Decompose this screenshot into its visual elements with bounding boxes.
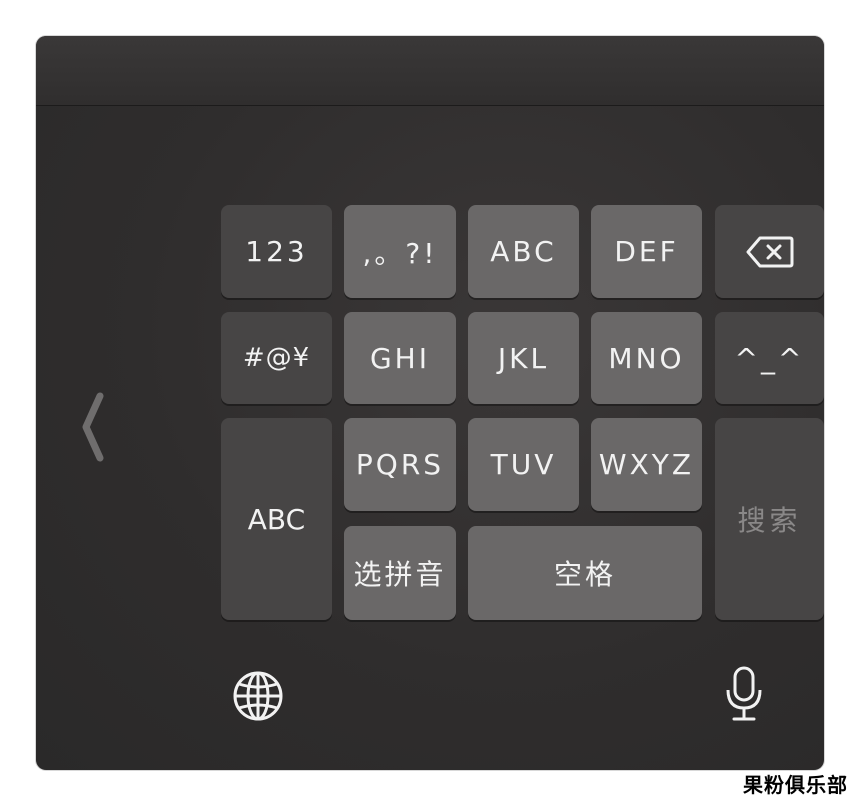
abc-switch-key[interactable]: ABC — [221, 418, 332, 620]
key-def[interactable]: DEF — [591, 205, 702, 298]
key-pqrs[interactable]: PQRS — [344, 418, 456, 511]
key-jkl[interactable]: JKL — [468, 312, 579, 404]
key-mno[interactable]: MNO — [591, 312, 702, 404]
key-label: 空格 — [553, 558, 616, 591]
key-symbols[interactable]: #@¥ — [221, 312, 332, 404]
key-label: MNO — [608, 341, 685, 375]
key-ghi[interactable]: GHI — [344, 312, 456, 404]
delete-icon — [746, 236, 793, 267]
watermark: 果粉俱乐部 — [743, 773, 848, 797]
key-label: 搜索 — [737, 504, 802, 537]
key-label: 选拼音 — [353, 558, 447, 591]
key-abc[interactable]: ABC — [468, 205, 579, 298]
microphone-icon[interactable] — [724, 666, 764, 722]
key-label: PQRS — [355, 448, 445, 481]
chevron-left-icon[interactable] — [80, 392, 104, 462]
key-label: JKL — [497, 341, 550, 375]
key-label: ,。?! — [362, 236, 438, 270]
key-label: #@¥ — [242, 343, 311, 373]
candidate-bar — [36, 36, 824, 106]
key-label: 123 — [245, 235, 308, 268]
search-key[interactable]: 搜索 — [715, 418, 824, 620]
key-punctuation[interactable]: ,。?! — [344, 205, 456, 298]
globe-icon[interactable] — [232, 670, 284, 722]
key-label: GHI — [369, 341, 430, 375]
select-pinyin-key[interactable]: 选拼音 — [344, 526, 456, 620]
space-key[interactable]: 空格 — [468, 526, 702, 620]
delete-button[interactable] — [715, 205, 824, 298]
key-label: ABC — [247, 502, 306, 536]
key-tuv[interactable]: TUV — [468, 418, 579, 511]
key-123[interactable]: 123 — [221, 205, 332, 298]
key-label: TUV — [490, 448, 557, 481]
key-label: WXYZ — [598, 448, 695, 481]
key-label: ^_^ — [734, 341, 805, 375]
emoticon-key[interactable]: ^_^ — [715, 312, 824, 404]
key-label: DEF — [614, 235, 679, 268]
key-wxyz[interactable]: WXYZ — [591, 418, 702, 511]
key-label: ABC — [490, 235, 557, 268]
